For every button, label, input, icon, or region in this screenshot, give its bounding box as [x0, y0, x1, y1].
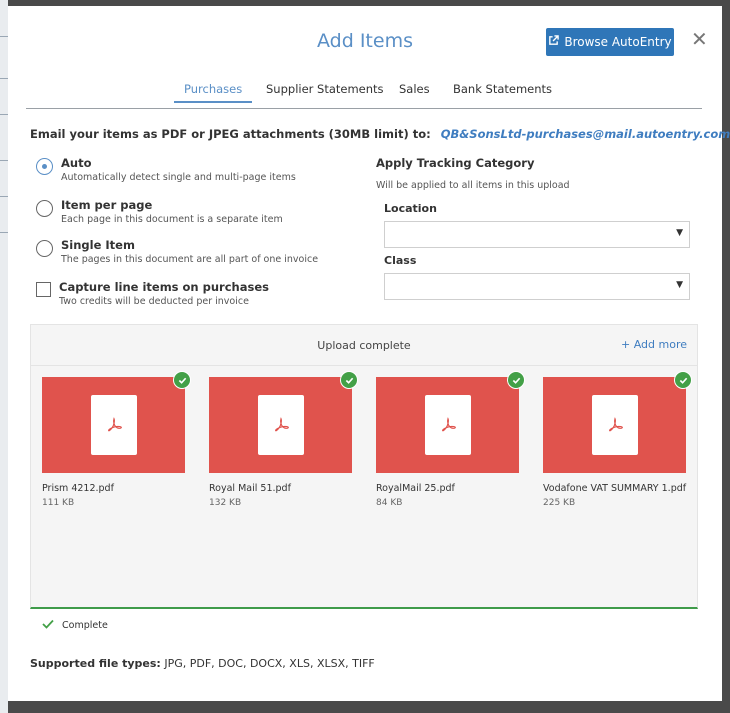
background-divider: [0, 78, 8, 79]
file-size: 84 KB: [376, 498, 403, 508]
background-sidebar: [0, 0, 8, 713]
file-name: Vodafone VAT SUMMARY 1.pdf: [543, 483, 687, 494]
file-name: RoyalMail 25.pdf: [376, 483, 455, 494]
file-thumbnail[interactable]: [543, 371, 692, 473]
radio-item-per-page[interactable]: [36, 200, 53, 217]
capture-desc: Two credits will be deducted per invoice: [59, 296, 249, 307]
tracking-heading: Apply Tracking Category: [376, 156, 535, 170]
tab-bar: Purchases Supplier Statements Sales Bank…: [26, 82, 702, 109]
checkmark-icon: [42, 619, 54, 632]
pdf-icon: [591, 395, 638, 455]
email-instructions: Email your items as PDF or JPEG attachme…: [30, 127, 730, 141]
background-divider: [0, 36, 8, 37]
option-single-item[interactable]: Single Item The pages in this document a…: [36, 238, 318, 265]
external-link-icon: [548, 35, 560, 49]
browse-autoentry-label: Browse AutoEntry: [564, 35, 672, 49]
radio-auto[interactable]: [36, 158, 53, 175]
option-single-item-title: Single Item: [61, 238, 135, 252]
upload-header: Upload complete + Add more: [31, 325, 697, 366]
file-thumbnail[interactable]: [209, 371, 358, 473]
supported-types: JPG, PDF, DOC, DOCX, XLS, XLSX, TIFF: [164, 657, 375, 670]
pdf-icon: [257, 395, 304, 455]
check-circle-icon: [674, 371, 692, 389]
close-icon[interactable]: ✕: [691, 27, 708, 51]
check-circle-icon: [340, 371, 358, 389]
browse-autoentry-button[interactable]: Browse AutoEntry: [546, 28, 674, 56]
location-select[interactable]: ▼: [384, 221, 690, 248]
dropdown-arrow-icon: ▼: [676, 228, 683, 238]
supported-file-types: Supported file types: JPG, PDF, DOC, DOC…: [30, 657, 375, 670]
email-prefix: Email your items as PDF or JPEG attachme…: [30, 127, 431, 141]
pdf-icon: [424, 395, 471, 455]
capture-title: Capture line items on purchases: [59, 280, 269, 294]
class-label: Class: [384, 254, 417, 267]
file-card[interactable]: Vodafone VAT SUMMARY 1.pdf 225 KB: [543, 371, 692, 508]
radio-single-item[interactable]: [36, 240, 53, 257]
check-circle-icon: [173, 371, 191, 389]
add-more-link[interactable]: + Add more: [621, 338, 687, 351]
file-size: 225 KB: [543, 498, 576, 508]
tab-purchases[interactable]: Purchases: [174, 82, 253, 103]
option-auto-desc: Automatically detect single and multi-pa…: [61, 172, 296, 183]
file-thumbnail[interactable]: [42, 371, 191, 473]
file-thumbnail[interactable]: [376, 371, 525, 473]
tracking-desc: Will be applied to all items in this upl…: [376, 180, 570, 191]
file-card[interactable]: RoyalMail 25.pdf 84 KB: [376, 371, 525, 508]
background-divider: [0, 196, 8, 197]
background-divider: [0, 114, 8, 115]
add-items-dialog: Add Items Browse AutoEntry ✕ Purchases S…: [8, 6, 730, 701]
option-item-per-page-desc: Each page in this document is a separate…: [61, 214, 283, 225]
background-divider: [0, 160, 8, 161]
class-select[interactable]: ▼: [384, 273, 690, 300]
file-name: Prism 4212.pdf: [42, 483, 114, 494]
tab-sales[interactable]: Sales: [399, 82, 430, 101]
option-item-per-page[interactable]: Item per page Each page in this document…: [36, 198, 283, 225]
tab-supplier-statements[interactable]: Supplier Statements: [266, 82, 384, 101]
email-address-link[interactable]: QB&SonsLtd-purchases@mail.autoentry.com: [441, 127, 730, 141]
location-label: Location: [384, 202, 437, 215]
pdf-icon: [90, 395, 137, 455]
file-card[interactable]: Royal Mail 51.pdf 132 KB: [209, 371, 358, 508]
supported-label: Supported file types:: [30, 657, 161, 670]
upload-status: Upload complete: [317, 339, 411, 352]
option-single-item-desc: The pages in this document are all part …: [61, 254, 319, 265]
file-size: 132 KB: [209, 498, 242, 508]
option-item-per-page-title: Item per page: [61, 198, 153, 212]
option-auto-title: Auto: [61, 156, 92, 170]
complete-label: Complete: [62, 620, 108, 631]
upload-panel: Upload complete + Add more Prism 4212.pd…: [30, 324, 698, 609]
file-size: 111 KB: [42, 498, 75, 508]
file-card[interactable]: Prism 4212.pdf 111 KB: [42, 371, 191, 508]
file-name: Royal Mail 51.pdf: [209, 483, 291, 494]
tab-bank-statements[interactable]: Bank Statements: [453, 82, 552, 101]
option-auto[interactable]: Auto Automatically detect single and mul…: [36, 156, 296, 183]
dropdown-arrow-icon: ▼: [676, 280, 683, 290]
check-circle-icon: [507, 371, 525, 389]
background-divider: [0, 232, 8, 233]
capture-line-items-checkbox[interactable]: [36, 282, 51, 297]
upload-complete-status: Complete: [42, 619, 108, 632]
option-capture-line-items[interactable]: Capture line items on purchases Two cred…: [36, 280, 269, 307]
